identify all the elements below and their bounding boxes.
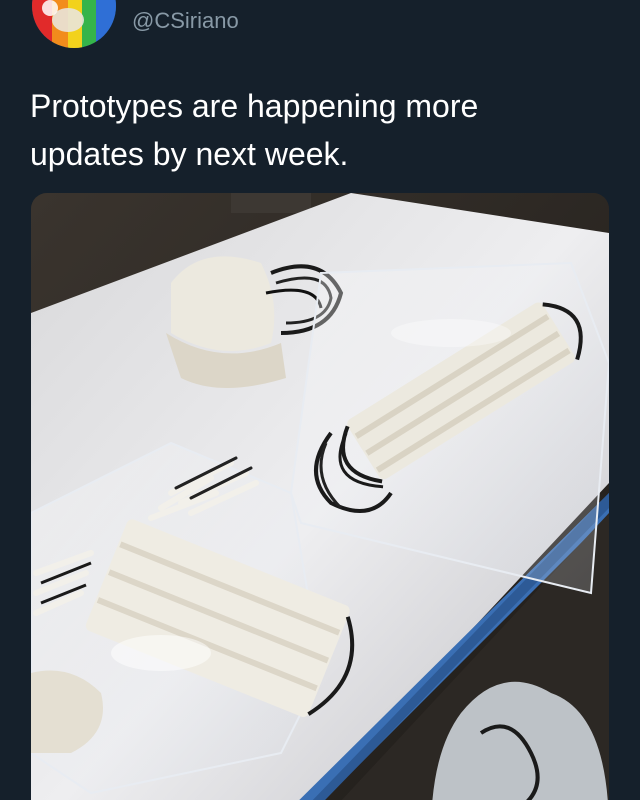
avatar[interactable]	[32, 0, 116, 48]
prototype-masks-photo-icon	[31, 193, 609, 800]
tweet-media-photo[interactable]	[31, 193, 609, 800]
tweet-text: Prototypes are happening more updates by…	[30, 88, 479, 172]
tweet: @CSiriano Prototypes are happening more …	[0, 0, 640, 800]
rainbow-avatar-icon	[32, 0, 116, 48]
user-handle[interactable]: @CSiriano	[132, 8, 239, 34]
